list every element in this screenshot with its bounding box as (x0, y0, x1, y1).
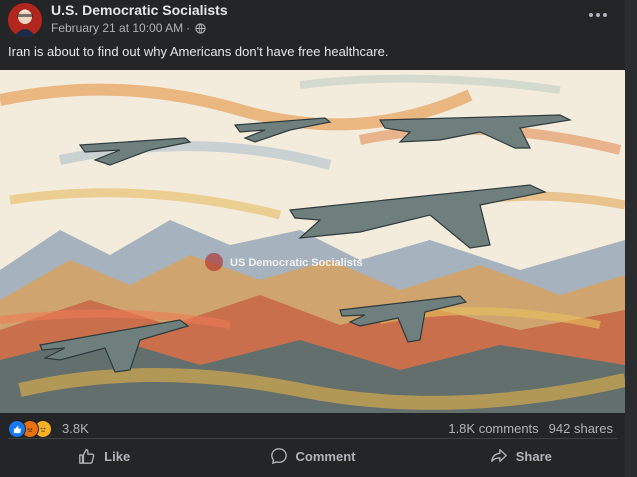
comments-count[interactable]: 1.8K comments (448, 421, 538, 436)
image-watermark: US Democratic Socialists (230, 257, 363, 269)
share-icon (490, 449, 507, 463)
reaction-count[interactable]: 3.8K (62, 421, 89, 436)
page-avatar[interactable] (8, 3, 42, 37)
like-label: Like (104, 448, 131, 464)
watercolor-jets-illustration: US Democratic Socialists (0, 70, 625, 413)
like-reaction-icon (8, 420, 26, 438)
post-caption: Iran is about to find out why Americans … (8, 44, 389, 59)
scrollbar[interactable] (625, 0, 637, 477)
more-options-icon[interactable] (583, 5, 613, 25)
engagement-counts: 1.8K comments 942 shares (448, 421, 613, 436)
like-button[interactable]: Like (0, 440, 208, 472)
shares-count[interactable]: 942 shares (549, 421, 613, 436)
share-button[interactable]: Share (417, 440, 625, 472)
post-actions: Like Comment Share (0, 440, 625, 472)
comment-icon (270, 448, 287, 464)
actions-divider (8, 438, 617, 439)
comment-button[interactable]: Comment (208, 440, 416, 472)
meta-separator: · (186, 21, 191, 35)
post-timestamp[interactable]: February 21 at 10:00 AM (51, 21, 183, 35)
globe-icon (195, 22, 206, 34)
comment-label: Comment (295, 448, 356, 464)
post-image[interactable]: US Democratic Socialists (0, 70, 625, 413)
reaction-icons[interactable] (8, 420, 52, 438)
share-label: Share (515, 448, 552, 464)
post-header: U.S. Democratic Socialists February 21 a… (0, 0, 637, 42)
thumbs-up-icon (79, 449, 95, 464)
post-meta: February 21 at 10:00 AM · (51, 21, 206, 35)
page-name[interactable]: U.S. Democratic Socialists (51, 2, 228, 18)
